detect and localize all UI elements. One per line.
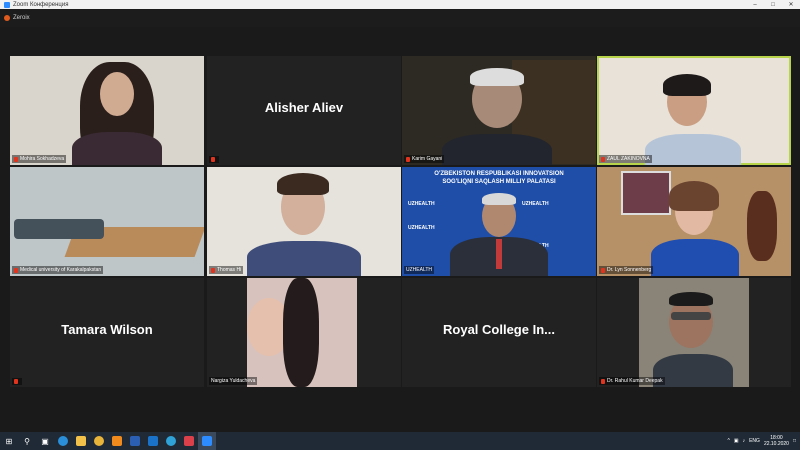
window-titlebar: Zoom Конференция – □ ✕ [0,0,800,9]
network-icon[interactable]: ▣ [734,438,739,444]
word-icon[interactable] [126,432,144,450]
mic-muted-icon [211,267,215,273]
wall-painting [621,171,671,215]
minimize-button[interactable]: – [746,2,764,8]
participant-hair [663,74,711,96]
language-indicator[interactable]: ENG [749,438,760,444]
banner-line-2: SOG'LIQNI SAQLASH MILLIY PALATASI [442,179,556,185]
participant-tie [496,239,502,269]
mic-muted-icon [14,267,18,273]
participant-tile[interactable]: Thomas Hi [207,167,401,276]
volume-icon[interactable]: ♪ [743,438,746,444]
participant-label: Nargiza Yuldacheva [209,377,258,385]
mic-muted-icon [601,156,605,162]
chevron-up-icon[interactable]: ^ [728,438,730,444]
clock-date: 22.10.2020 [763,441,789,447]
zoom-app-icon [4,1,10,8]
file-explorer-icon[interactable] [72,432,90,450]
participant-label [209,156,219,163]
meeting-topbar: Zeroix [0,9,800,27]
participant-display-name: Tamara Wilson [61,322,153,337]
participant-tile[interactable]: Alisher Aliev [207,56,401,165]
participant-tile[interactable]: Royal College In... [402,278,596,387]
search-icon[interactable]: ⚲ [18,432,36,450]
participant-hair [277,173,329,195]
participant-hair [482,193,516,205]
participant-tile[interactable]: Mohira Sokhadzeva [10,56,204,165]
participant-hair [669,292,713,306]
participant-video [639,278,749,387]
zoom-taskbar-icon[interactable] [198,432,216,450]
vlc-icon[interactable] [108,432,126,450]
participant-label: ZAUL ZAKINOVNA [599,155,652,163]
edge-icon[interactable] [54,432,72,450]
participant-label: Thomas Hi [209,266,244,274]
maximize-button[interactable]: □ [764,2,782,8]
sunglasses [671,312,711,320]
window-title: Zoom Конференция [13,1,69,8]
participant-label: Mohira Sokhadzeva [12,155,67,163]
participant-video [247,278,357,387]
mic-muted-icon [211,157,215,162]
mic-muted-icon [601,267,605,273]
chrome-icon[interactable] [90,432,108,450]
mic-muted-icon [601,378,605,384]
participant-label: UZHEALTH [404,266,435,274]
participant-label: Dr. Lyn Sonnenberg [599,266,654,274]
task-view-icon[interactable]: ▣ [36,432,54,450]
app-icon[interactable] [180,432,198,450]
mic-muted-icon [14,156,18,162]
participant-tile-active-speaker[interactable]: ZAUL ZAKINOVNA [597,56,791,165]
close-button[interactable]: ✕ [782,1,800,8]
participant-body [645,134,741,165]
banner-line-1: O'ZBEKISTON RESPUBLIKASI INNOVATSION [434,171,564,177]
participant-display-name: Royal College In... [443,322,555,337]
video-gallery: Mohira Sokhadzeva Alisher Aliev Karim Ga… [0,27,800,432]
participant-tile[interactable]: Nargiza Yuldacheva [207,278,401,387]
participant-display-name: Alisher Aliev [264,100,344,115]
participant-body [442,134,552,165]
participant-tile[interactable]: Dr. Lyn Sonnenberg [597,167,791,276]
participant-label: Medical university of Karakalpakstan [12,266,104,274]
participant-tile[interactable]: Dr. Rahul Kumar Deepak [597,278,791,387]
meeting-topbar-label: Zeroix [13,15,30,21]
participant-body [651,239,739,276]
participant-label: Dr. Rahul Kumar Deepak [599,377,665,385]
system-tray: ^ ▣ ♪ ENG 18:00 22.10.2020 □ [724,435,800,447]
windows-taskbar: ⊞ ⚲ ▣ ^ ▣ ♪ ENG 18:00 22.10.2020 □ [0,432,800,450]
participant-label: Karim Gayani [404,155,445,163]
audience-row [14,219,104,239]
participant-hair [283,278,319,387]
notification-icon[interactable]: □ [793,438,796,444]
participant-label [12,378,22,385]
banner-logo: UZHEALTH [408,201,435,207]
participant-hair [669,181,719,211]
participant-tile[interactable]: Tamara Wilson [10,278,204,387]
participant-body [653,354,733,387]
participant-tile[interactable]: Karim Gayani [402,56,596,165]
banner-logo: UZHEALTH [522,201,549,207]
shield-icon[interactable] [4,15,10,21]
mic-muted-icon [406,156,410,162]
mic-muted-icon [14,379,18,384]
start-button[interactable]: ⊞ [0,432,18,450]
telegram-icon[interactable] [162,432,180,450]
clock[interactable]: 18:00 22.10.2020 [764,435,789,447]
participant-hair [470,68,524,86]
plant-decor [747,191,777,261]
participant-tile[interactable]: O'ZBEKISTON RESPUBLIKASI INNOVATSION SOG… [402,167,596,276]
participant-tile[interactable]: Medical university of Karakalpakstan [10,167,204,276]
participant-face [100,72,134,116]
outlook-icon[interactable] [144,432,162,450]
participant-body [247,241,361,276]
participant-body [72,132,162,165]
banner-logo: UZHEALTH [408,225,435,231]
